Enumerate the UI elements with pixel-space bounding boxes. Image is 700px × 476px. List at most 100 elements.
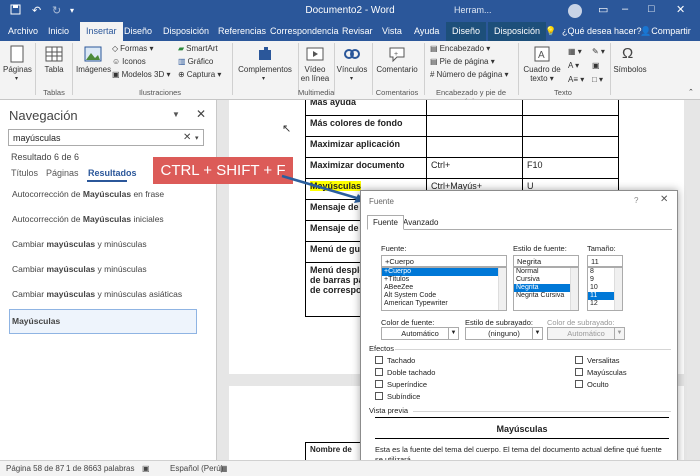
collapse-ribbon-icon[interactable]: ⌃ [688, 88, 694, 96]
superindice-checkbox[interactable] [375, 380, 383, 388]
table-cell[interactable]: F10 [522, 157, 619, 179]
proofing-icon[interactable]: ▣ [142, 464, 150, 473]
complementos-dropdown-icon[interactable]: ▾ [262, 75, 265, 82]
table-cell[interactable] [522, 100, 619, 116]
doble-tachado-checkbox[interactable] [375, 368, 383, 376]
accessibility-icon[interactable]: ▦ [220, 464, 228, 473]
video-en-linea-button[interactable]: Vídeo en línea [298, 65, 332, 83]
link-icon[interactable] [343, 45, 361, 63]
dialog-close-icon[interactable]: ✕ [660, 194, 668, 205]
tab-diseno[interactable]: Diseño [124, 26, 152, 36]
list-item[interactable]: Cursiva [514, 276, 578, 284]
table-cell[interactable] [426, 115, 523, 137]
close-window-icon[interactable]: ✕ [676, 3, 685, 16]
tab-inicio[interactable]: Inicio [48, 26, 69, 36]
nav-close-icon[interactable]: ✕ [196, 107, 206, 121]
iconos-button[interactable]: ☺ Iconos [112, 57, 146, 66]
result-item[interactable]: Cambiar mayúsculas y minúsculas asiática… [12, 289, 182, 299]
tabla-button[interactable]: Tabla [40, 65, 68, 74]
tab-referencias[interactable]: Referencias [218, 26, 266, 36]
tab-correspondencia[interactable]: Correspondencia [270, 26, 339, 36]
comment-icon[interactable]: + [388, 45, 406, 63]
list-item[interactable]: Alt System Code [382, 292, 506, 300]
tab-revisar[interactable]: Revisar [342, 26, 373, 36]
result-item-selected[interactable]: Mayúsculas [12, 316, 60, 326]
font-list[interactable]: +Cuerpo +Títulos ABeeZee Alt System Code… [381, 267, 507, 311]
smartart-button[interactable]: ▰ SmartArt [178, 44, 218, 53]
minimize-icon[interactable]: – [622, 3, 628, 15]
share-button[interactable]: 👤Compartir [640, 26, 691, 37]
list-item[interactable]: Negrita Cursiva [514, 292, 578, 300]
language-indicator[interactable]: Español (Perú) [170, 464, 223, 473]
date-time-icon[interactable]: ▣ [592, 61, 600, 70]
style-input[interactable]: Negrita [513, 255, 579, 267]
imagenes-button[interactable]: Imágenes [76, 65, 111, 74]
subindice-checkbox[interactable] [375, 392, 383, 400]
versalitas-checkbox[interactable] [575, 356, 583, 364]
modelos3d-button[interactable]: ▣ Modelos 3D ▾ [112, 70, 171, 79]
nav-search-input[interactable]: mayúsculas [8, 129, 204, 146]
table-cell[interactable] [426, 136, 523, 158]
dialog-help-button[interactable]: ? [634, 196, 638, 205]
list-item[interactable]: +Cuerpo [382, 268, 506, 276]
table-cell[interactable] [522, 136, 619, 158]
captura-button[interactable]: ⊕ Captura ▾ [178, 70, 221, 79]
word-count[interactable]: 1 de 8663 palabras [66, 464, 135, 473]
list-item[interactable]: ABeeZee [382, 284, 506, 292]
mayusculas-checkbox[interactable] [575, 368, 583, 376]
encabezado-button[interactable]: ▤ Encabezado ▾ [430, 44, 490, 53]
quick-parts-icon[interactable]: ▦ ▾ [568, 47, 582, 56]
tab-resultados[interactable]: Resultados [88, 168, 137, 178]
comentario-button[interactable]: Comentario [372, 65, 422, 74]
underline-color-select[interactable]: Automático ▼ [547, 327, 625, 340]
tell-me-search[interactable]: ¿Qué desea hacer? [562, 26, 642, 36]
simbolos-button[interactable]: Símbolos [610, 65, 650, 74]
result-item[interactable]: Autocorrección de Mayúsculas iniciales [12, 214, 164, 224]
tab-diseno-tabla[interactable]: Diseño [446, 22, 487, 41]
underline-style-select[interactable]: (ninguno) ▼ [465, 327, 543, 340]
table-cell[interactable] [426, 100, 523, 116]
style-list[interactable]: Normal Cursiva Negrita Negrita Cursiva [513, 267, 579, 311]
clear-search-icon[interactable]: ✕ [183, 132, 191, 143]
grafico-button[interactable]: ▥ Gráfico [178, 57, 213, 66]
scrollbar[interactable] [614, 268, 622, 310]
vinculos-dropdown-icon[interactable]: ▾ [350, 75, 353, 82]
font-color-select[interactable]: Automático ▼ [381, 327, 459, 340]
paginas-dropdown-icon[interactable]: ▾ [15, 75, 18, 82]
complementos-button[interactable]: Complementos [234, 65, 296, 74]
list-item[interactable]: +Títulos [382, 276, 506, 284]
oculto-checkbox[interactable] [575, 380, 583, 388]
tab-fuente[interactable]: Fuente [367, 215, 404, 230]
result-item[interactable]: Autocorrección de Mayúsculas en frase [12, 189, 164, 199]
drop-cap-icon[interactable]: A≡ ▾ [568, 75, 584, 84]
formas-button[interactable]: ◇ Formas ▾ [112, 44, 154, 53]
tab-ayuda[interactable]: Ayuda [414, 26, 439, 36]
signature-line-icon[interactable]: ✎ ▾ [592, 47, 605, 56]
ribbon-display-icon[interactable]: ▭ [598, 3, 608, 16]
tab-insertar[interactable]: Insertar [80, 22, 123, 41]
tab-archivo[interactable]: Archivo [8, 26, 38, 36]
user-avatar-icon[interactable] [568, 4, 582, 18]
table-icon[interactable] [45, 45, 63, 63]
table-cell[interactable]: Más ayuda [305, 100, 427, 116]
tab-disposicion-tabla[interactable]: Disposición [488, 22, 547, 41]
vinculos-button[interactable]: Vínculos [334, 65, 370, 74]
tab-paginas[interactable]: Páginas [46, 168, 79, 178]
tab-disposicion[interactable]: Disposición [163, 26, 209, 36]
cuadro-de-texto-button[interactable]: Cuadro de texto ▾ [520, 65, 564, 83]
object-icon[interactable]: □ ▾ [592, 75, 603, 84]
wordart-icon[interactable]: A ▾ [568, 61, 579, 70]
table-cell[interactable]: Más colores de fondo [305, 115, 427, 137]
result-item[interactable]: Cambiar mayúsculas y minúsculas [12, 264, 147, 274]
list-item[interactable]: American Typewriter [382, 300, 506, 308]
table-cell[interactable]: Maximizar aplicación [305, 136, 427, 158]
tab-avanzado[interactable]: Avanzado [397, 215, 444, 230]
pages-icon[interactable] [8, 45, 26, 63]
scrollbar[interactable] [498, 268, 506, 310]
page-indicator[interactable]: Página 58 de 87 [6, 464, 64, 473]
numero-de-pagina-button[interactable]: # Número de página ▾ [430, 70, 509, 79]
images-icon[interactable] [84, 45, 102, 63]
font-input[interactable]: +Cuerpo [381, 255, 507, 267]
size-input[interactable]: 11 [587, 255, 623, 267]
search-options-icon[interactable]: ▾ [195, 134, 199, 142]
